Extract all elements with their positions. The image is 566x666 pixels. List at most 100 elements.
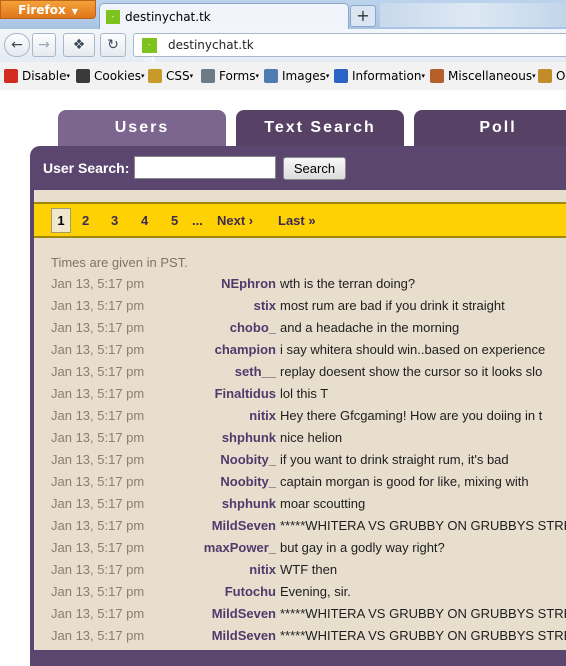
search-button[interactable]: Search [283,157,346,180]
navigation-toolbar: ← → ❖ ↻ -=tk destinychat.tk [0,29,566,64]
message-text: captain morgan is good for like, mixing … [280,474,529,489]
message-text: most rum are bad if you drink it straigh… [280,298,505,313]
message-text: WTF then [280,562,338,577]
firefox-menu-button[interactable]: Firefox ▼ [0,0,96,19]
message-time: Jan 13, 5:17 pm [51,452,145,467]
page-link-current: 1 [51,208,71,233]
last-page-link[interactable]: Last » [278,213,316,228]
user-search-input[interactable] [134,156,276,179]
panorama-icon: ❖ [72,37,86,53]
message-time: Jan 13, 5:17 pm [51,342,145,357]
message-user[interactable]: chobo_ [230,320,276,335]
devbar-menu-miscellaneous[interactable]: Miscellaneous▾ [430,69,536,83]
message-time: Jan 13, 5:17 pm [51,628,145,643]
message-row: Jan 13, 5:17 pm Noobity_ if you want to dr… [0,450,566,472]
message-user[interactable]: Finaltidus [215,386,276,401]
message-time: Jan 13, 5:17 pm [51,430,145,445]
message-user[interactable]: shphunk [222,496,276,511]
message-time: Jan 13, 5:17 pm [51,386,145,401]
message-text: if you want to drink straight rum, it's … [280,452,509,467]
tab-users[interactable]: Users [58,110,226,148]
message-text: and a headache in the morning [280,320,460,335]
message-text: Evening, sir. [280,584,351,599]
tab-text-search[interactable]: Text Search [236,110,404,148]
forward-button[interactable]: → [32,33,56,57]
reload-button[interactable]: ↻ [100,33,126,57]
page-link-5[interactable]: 5 [171,213,178,228]
message-user[interactable]: MildSeven [212,606,276,621]
message-user[interactable]: stix [254,298,276,313]
titlebar-background [380,3,566,27]
message-text: *****WHITERA VS GRUBBY ON GRUBBYS STREA [280,518,566,533]
message-text: replay doesent show the cursor so it loo… [280,364,543,379]
message-row: Jan 13, 5:17 pm stix most rum are bad if y… [0,296,566,318]
panorama-button[interactable]: ❖ [63,33,95,57]
devbar-menu-label: Forms [219,69,256,83]
message-user[interactable]: shphunk [222,430,276,445]
dropdown-arrow-icon: ▾ [255,72,259,80]
pagination-bar: 1 2 3 4 5 ... Next › Last » [34,202,566,238]
message-row: Jan 13, 5:17 pm shphunk nice helion [0,428,566,450]
disable-icon [4,69,18,83]
devbar-menu-disable[interactable]: Disable▾ [4,69,70,83]
message-text: moar scoutting [280,496,366,511]
next-page-link[interactable]: Next › [217,213,253,228]
message-user[interactable]: nitix [249,562,276,577]
new-tab-button[interactable]: + [350,5,376,27]
message-user[interactable]: champion [215,342,276,357]
devbar-menu-css[interactable]: CSS▾ [148,69,193,83]
tab-users-label: Users [114,119,170,136]
message-row: Jan 13, 5:17 pm MildSeven *****WHITERA VS … [0,604,566,626]
information-icon [334,69,348,83]
devbar-menu-information[interactable]: Information▾ [334,69,425,83]
message-text: nice helion [280,430,343,445]
devbar-menu-label: Disable [22,69,67,83]
message-user[interactable]: Noobity_ [220,452,276,467]
browser-tab[interactable]: -=tk destinychat.tk [99,3,349,35]
message-time: Jan 13, 5:17 pm [51,496,145,511]
message-time: Jan 13, 5:17 pm [51,320,145,335]
message-row: Jan 13, 5:17 pm Finaltidus lol this T [0,384,566,406]
message-user[interactable]: MildSeven [212,518,276,533]
message-user[interactable]: NEphron [221,276,276,291]
message-row: Jan 13, 5:17 pm shphunk moar scoutting [0,494,566,516]
page-link-2[interactable]: 2 [82,213,89,228]
message-user[interactable]: MildSeven [212,628,276,643]
reload-icon: ↻ [107,37,119,53]
devbar-menu-label: Miscellaneous [448,69,533,83]
message-text: i say whitera should win..based on exper… [280,342,546,357]
devbar-menu-label: Information [352,69,422,83]
firefox-menu-label: Firefox [18,3,66,17]
message-time: Jan 13, 5:17 pm [51,584,145,599]
address-bar[interactable]: -=tk destinychat.tk [133,33,566,64]
message-user[interactable]: seth__ [235,364,276,379]
page-link-4[interactable]: 4 [141,213,148,228]
message-user[interactable]: maxPower_ [204,540,276,555]
url-text: destinychat.tk [168,38,254,52]
devbar-menu-images[interactable]: Images▾ [264,69,329,83]
devbar-menu-forms[interactable]: Forms▾ [201,69,259,83]
message-row: Jan 13, 5:17 pm MildSeven *****WHITERA VS … [0,516,566,538]
site-favicon: -=tk [142,38,157,64]
back-button[interactable]: ← [4,33,30,57]
page-body: Users Text Search Poll User Search: Sear… [0,90,566,666]
message-user[interactable]: Noobity_ [220,474,276,489]
message-text: lol this T [280,386,329,401]
dropdown-arrow-icon: ▾ [189,72,194,80]
devbar-menu-label: Images [282,69,326,83]
message-text: but gay in a godly way right? [280,540,445,555]
page-link-3[interactable]: 3 [111,213,118,228]
browser-titlebar: Firefox ▼ -=tk destinychat.tk + [0,0,566,35]
message-time: Jan 13, 5:17 pm [51,606,145,621]
devbar-menu-cookies[interactable]: Cookies▾ [76,69,145,83]
message-time: Jan 13, 5:17 pm [51,408,145,423]
message-user[interactable]: nitix [249,408,276,423]
site-favicon: -=tk [106,10,120,35]
devbar-menu-o[interactable]: O [538,69,565,83]
dropdown-arrow-icon: ▾ [532,72,536,80]
message-row: Jan 13, 5:17 pm Noobity_ captain morgan is… [0,472,566,494]
tab-poll[interactable]: Poll [414,110,566,148]
message-user[interactable]: Futochu [225,584,276,599]
miscellaneous-icon [430,69,444,83]
web-developer-toolbar: Disable▾ Cookies▾ CSS▾ Forms▾ Images▾ Informa… [0,62,566,91]
